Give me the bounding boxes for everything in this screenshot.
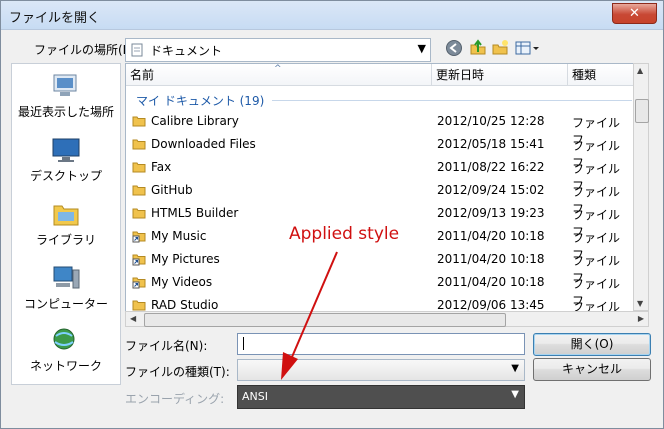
shortcut-icon [132, 229, 146, 246]
column-name-label: 名前 [130, 68, 155, 82]
close-button[interactable]: ✕ [612, 3, 657, 24]
file-date: 2012/05/18 15:41 [437, 137, 545, 151]
file-row[interactable]: Calibre Library 2012/10/25 12:28 ファイル フ [126, 110, 634, 147]
column-header-name[interactable]: 名前 ^ [126, 64, 432, 86]
chevron-down-icon: ▼ [417, 42, 426, 55]
close-icon: ✕ [629, 6, 640, 21]
file-name: Fax [151, 160, 172, 174]
folder-icon [132, 206, 146, 223]
place-label: ネットワーク [29, 359, 102, 373]
file-name: Downloaded Files [151, 137, 256, 151]
folder-icon [132, 114, 146, 131]
up-folder-icon[interactable] [469, 39, 487, 57]
computer-icon [53, 266, 80, 289]
group-header[interactable]: マイ ドキュメント (19) [136, 92, 264, 109]
column-type-label: 種類 [572, 68, 597, 82]
file-date: 2011/04/20 10:18 [437, 252, 545, 266]
file-row[interactable]: HTML5 Builder 2012/09/13 19:23 ファイル フ [126, 202, 634, 239]
place-libraries[interactable]: ライブラリ [12, 200, 120, 248]
file-name: HTML5 Builder [151, 206, 239, 220]
cancel-button[interactable]: キャンセル [533, 358, 651, 381]
place-desktop[interactable]: デスクトップ [12, 136, 120, 184]
file-name: My Music [151, 229, 207, 243]
file-date: 2012/10/25 12:28 [437, 114, 545, 128]
sort-ascending-icon: ^ [274, 64, 282, 74]
encoding-combo[interactable]: ANSI ▼ [237, 385, 525, 409]
file-date: 2011/08/22 16:22 [437, 160, 545, 174]
chevron-down-icon: ▼ [511, 389, 519, 400]
file-row[interactable]: GitHub 2012/09/24 15:02 ファイル フ [126, 179, 634, 216]
column-header-type[interactable]: 種類 [568, 64, 634, 86]
scroll-right-icon[interactable]: ▶ [638, 314, 644, 323]
place-computer[interactable]: コンピューター [12, 264, 120, 312]
place-recent[interactable]: 最近表示した場所 [12, 72, 120, 120]
group-divider [272, 100, 632, 101]
file-date: 2012/09/06 13:45 [437, 298, 545, 312]
chevron-down-icon: ▼ [511, 363, 519, 374]
place-label: ライブラリ [35, 233, 96, 247]
file-name: Calibre Library [151, 114, 239, 128]
file-date: 2011/04/20 10:18 [437, 229, 545, 243]
window-title: ファイルを開く [9, 11, 101, 26]
network-icon [53, 328, 75, 350]
encoding-value: ANSI [242, 390, 268, 403]
title-bar: ファイルを開く ✕ [1, 1, 663, 30]
place-label: コンピューター [23, 297, 108, 311]
scroll-up-icon[interactable]: ▲ [637, 66, 643, 75]
annotation-arrow [281, 251, 338, 380]
documents-icon [131, 43, 143, 57]
vertical-scrollbar[interactable]: ▲ ▼ [633, 63, 649, 311]
file-row[interactable]: My Videos 2011/04/20 10:18 ファイル フ [126, 271, 634, 308]
file-name: My Videos [151, 275, 213, 289]
open-file-dialog: ファイルを開く ✕ ファイルの場所(I): ドキュメント ▼ 最近表示した場所 … [0, 0, 664, 429]
horizontal-scrollbar[interactable]: ◀ ▶ [125, 311, 649, 327]
lookin-combo[interactable]: ドキュメント ▼ [125, 38, 431, 62]
text-cursor [243, 337, 244, 350]
place-label: 最近表示した場所 [17, 105, 114, 119]
annotation-text: Applied style [289, 224, 400, 244]
vertical-scroll-thumb[interactable] [635, 99, 649, 123]
place-network[interactable]: ネットワーク [12, 326, 120, 374]
scroll-down-icon[interactable]: ▼ [637, 299, 643, 308]
file-date: 2012/09/13 19:23 [437, 206, 545, 220]
file-date: 2012/09/24 15:02 [437, 183, 545, 197]
view-menu-icon[interactable] [515, 39, 541, 57]
folder-icon [132, 160, 146, 177]
filename-label: ファイル名(N): [125, 339, 208, 353]
lookin-value: ドキュメント [150, 44, 223, 58]
file-row[interactable]: Downloaded Files 2012/05/18 15:41 ファイル フ [126, 133, 634, 170]
file-name: GitHub [151, 183, 193, 197]
open-button[interactable]: 開く(O) [533, 333, 651, 356]
places-bar: 最近表示した場所 デスクトップ ライブラリ コンピューター ネットワーク [11, 63, 121, 385]
new-folder-icon[interactable] [491, 39, 509, 57]
file-date: 2011/04/20 10:18 [437, 275, 545, 289]
desktop-icon [52, 138, 80, 162]
file-row[interactable]: My Pictures 2011/04/20 10:18 ファイル フ [126, 248, 634, 285]
shortcut-icon [132, 252, 146, 269]
lookin-label: ファイルの場所(I): [34, 43, 135, 57]
file-name: My Pictures [151, 252, 220, 266]
encoding-label: エンコーディング: [125, 392, 225, 406]
shortcut-icon [132, 275, 146, 292]
folder-icon [132, 137, 146, 154]
libraries-icon [53, 205, 79, 226]
column-header-date[interactable]: 更新日時 [432, 64, 568, 86]
filetype-label: ファイルの種類(T): [125, 365, 230, 379]
file-list[interactable]: 名前 ^ 更新日時 種類 マイ ドキュメント (19) Calibre Libr… [125, 63, 635, 313]
column-date-label: 更新日時 [436, 68, 485, 82]
scroll-left-icon[interactable]: ◀ [130, 314, 136, 323]
recent-places-icon [53, 74, 77, 96]
folder-icon [132, 183, 146, 200]
file-row[interactable]: Fax 2011/08/22 16:22 ファイル フ [126, 156, 634, 193]
back-icon[interactable] [445, 39, 463, 57]
place-label: デスクトップ [29, 169, 102, 183]
file-name: RAD Studio [151, 298, 219, 312]
